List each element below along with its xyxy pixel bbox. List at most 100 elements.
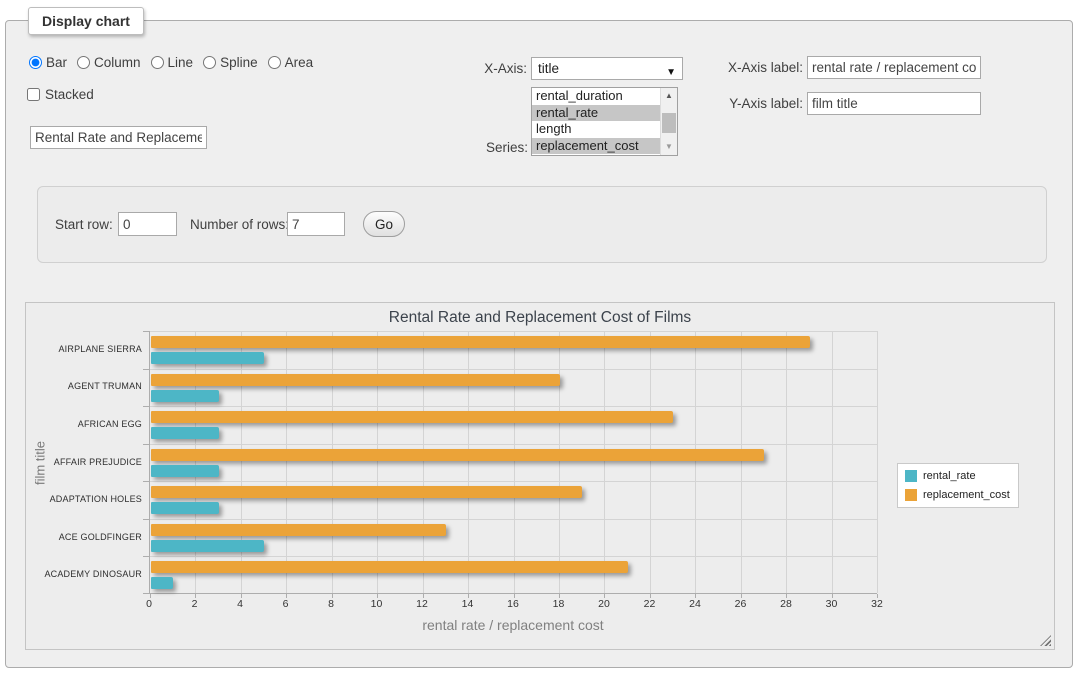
- gridline-vertical: [832, 331, 833, 593]
- legend-swatch-icon: [905, 489, 917, 501]
- gridline-vertical: [286, 331, 287, 593]
- x-tick-label: 18: [553, 598, 565, 610]
- chart-type-label: Line: [168, 55, 194, 70]
- x-tick-label: 30: [826, 598, 838, 610]
- chart-container: Rental Rate and Replacement Cost of Film…: [25, 302, 1055, 650]
- legend-item-replacement_cost[interactable]: replacement_cost: [905, 489, 1010, 501]
- gridline-horizontal: [150, 519, 877, 520]
- gridline-vertical: [559, 331, 560, 593]
- bar-replacement_cost: [151, 561, 628, 573]
- x-tick-label: 0: [146, 598, 152, 610]
- scroll-down-icon[interactable]: ▼: [661, 139, 677, 155]
- x-tick-label: 24: [689, 598, 701, 610]
- resize-handle-icon[interactable]: [1040, 635, 1051, 646]
- x-tick-label: 16: [507, 598, 519, 610]
- gridline-vertical: [786, 331, 787, 593]
- x-axis-select-label: X-Axis:: [427, 61, 527, 76]
- gridline-vertical: [241, 331, 242, 593]
- category-label: AGENT TRUMAN: [19, 381, 142, 391]
- number-of-rows-input[interactable]: [287, 212, 345, 236]
- scrollbar-thumb[interactable]: [662, 113, 676, 133]
- chart-type-radio-line[interactable]: [151, 56, 164, 69]
- gridline-horizontal: [150, 406, 877, 407]
- series-multiselect[interactable]: rental_durationrental_ratelengthreplacem…: [531, 87, 678, 156]
- series-option-length[interactable]: length: [532, 121, 660, 138]
- chart-type-option-area[interactable]: Area: [268, 55, 314, 70]
- legend-swatch-icon: [905, 470, 917, 482]
- chart-type-radio-area[interactable]: [268, 56, 281, 69]
- chart-type-label: Column: [94, 55, 141, 70]
- y-axis-tick-mark: [143, 593, 150, 594]
- chart-type-radio-spline[interactable]: [203, 56, 216, 69]
- gridline-vertical: [604, 331, 605, 593]
- fieldset-legend: Display chart: [28, 7, 144, 35]
- bar-rental_rate: [151, 540, 264, 552]
- chart-type-label: Bar: [46, 55, 67, 70]
- y-axis-tick-mark: [143, 444, 150, 445]
- y-axis-tick-mark: [143, 556, 150, 557]
- x-tick-label: 2: [192, 598, 198, 610]
- chart-legend: rental_rate replacement_cost: [897, 463, 1019, 508]
- bar-rental_rate: [151, 390, 219, 402]
- bar-replacement_cost: [151, 449, 764, 461]
- x-axis-select[interactable]: title ▼: [531, 57, 683, 80]
- page: Display chart Bar Column Line Spline Area St…: [0, 0, 1081, 681]
- gridline-vertical: [377, 331, 378, 593]
- gridline-horizontal: [150, 556, 877, 557]
- chart-type-option-column[interactable]: Column: [77, 55, 141, 70]
- y-axis-tick-mark: [143, 331, 150, 332]
- gridline-vertical: [195, 331, 196, 593]
- go-button[interactable]: Go: [363, 211, 405, 237]
- bar-replacement_cost: [151, 486, 582, 498]
- category-label: AFFAIR PREJUDICE: [19, 457, 142, 467]
- chart-type-option-line[interactable]: Line: [151, 55, 194, 70]
- scroll-up-icon[interactable]: ▲: [661, 88, 677, 104]
- y-axis-tick-mark: [143, 369, 150, 370]
- legend-item-rental_rate[interactable]: rental_rate: [905, 470, 1010, 482]
- category-label: AFRICAN EGG: [19, 419, 142, 429]
- bar-rental_rate: [151, 352, 264, 364]
- bar-replacement_cost: [151, 336, 810, 348]
- gridline-horizontal: [150, 481, 877, 482]
- series-option-rental_rate[interactable]: rental_rate: [532, 105, 660, 122]
- chart-type-radio-column[interactable]: [77, 56, 90, 69]
- row-controls-panel: [37, 186, 1047, 263]
- x-tick-label: 12: [416, 598, 428, 610]
- x-tick-label: 6: [283, 598, 289, 610]
- start-row-label: Start row:: [55, 217, 113, 232]
- plot-area: AIRPLANE SIERRAAGENT TRUMANAFRICAN EGGAF…: [149, 331, 877, 594]
- bar-rental_rate: [151, 465, 219, 477]
- x-tick-label: 32: [871, 598, 883, 610]
- number-of-rows-label: Number of rows:: [190, 217, 289, 232]
- start-row-input[interactable]: [118, 212, 177, 236]
- series-option-replacement_cost[interactable]: replacement_cost: [532, 138, 660, 155]
- bar-rental_rate: [151, 502, 219, 514]
- chart-type-option-spline[interactable]: Spline: [203, 55, 258, 70]
- chart-x-axis-title: rental rate / replacement cost: [149, 617, 877, 633]
- stacked-checkbox-row: Stacked: [27, 87, 94, 102]
- bar-replacement_cost: [151, 411, 673, 423]
- series-option-rental_duration[interactable]: rental_duration: [532, 88, 660, 105]
- chart-title: Rental Rate and Replacement Cost of Film…: [26, 309, 1054, 327]
- x-axis-label-label: X-Axis label:: [703, 60, 803, 75]
- gridline-vertical: [332, 331, 333, 593]
- x-axis-label-input[interactable]: [807, 56, 981, 79]
- chart-title-input[interactable]: [30, 126, 207, 149]
- chart-type-radio-bar[interactable]: [29, 56, 42, 69]
- y-axis-tick-mark: [143, 406, 150, 407]
- x-tick-label: 26: [735, 598, 747, 610]
- stacked-label: Stacked: [45, 87, 94, 102]
- y-axis-label-input[interactable]: [807, 92, 981, 115]
- series-options-list: rental_durationrental_ratelengthreplacem…: [532, 88, 660, 155]
- stacked-checkbox[interactable]: [27, 88, 40, 101]
- category-label: ADAPTATION HOLES: [19, 494, 142, 504]
- legend-label: replacement_cost: [923, 489, 1010, 501]
- chart-type-label: Spline: [220, 55, 258, 70]
- bar-rental_rate: [151, 577, 173, 589]
- y-axis-label-label: Y-Axis label:: [703, 96, 803, 111]
- y-axis-tick-mark: [143, 519, 150, 520]
- series-scrollbar[interactable]: ▲ ▼: [660, 88, 677, 155]
- gridline-vertical: [514, 331, 515, 593]
- series-select-label: Series:: [428, 140, 528, 155]
- chart-type-option-bar[interactable]: Bar: [29, 55, 67, 70]
